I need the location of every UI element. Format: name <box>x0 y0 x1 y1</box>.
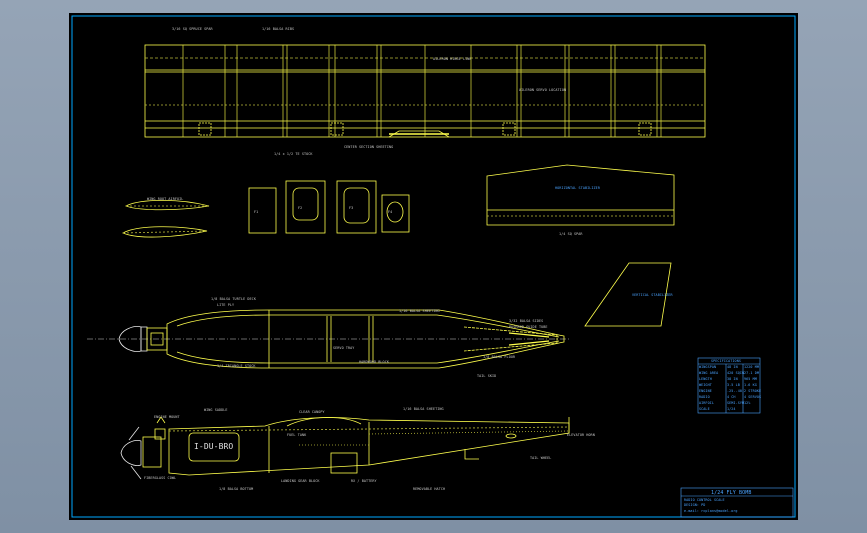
spec-cell: 1.6 KG <box>744 383 757 387</box>
label-hardwood: HARDWOOD BLOCK <box>359 360 389 364</box>
spec-cell: 48 IN <box>727 365 738 369</box>
stab-plan <box>486 164 675 226</box>
spec-cell: 4 CH <box>727 395 736 399</box>
label-gear-block: LANDING GEAR BLOCK <box>281 479 320 483</box>
spec-table: WINGSPAN 48 IN 1220 MM WING AREA 420 SQI… <box>699 365 762 413</box>
formers <box>248 180 410 234</box>
label-stab: HORIZONTAL STABILIZER <box>555 186 600 190</box>
label-hatch: REMOVABLE HATCH <box>413 487 446 491</box>
label-servo: AILERON SERVO LOCATION <box>519 88 567 92</box>
label-former-1: F1 <box>254 210 259 214</box>
label-stab-spar: 1/4 SQ SPAR <box>559 232 583 236</box>
fuselage-side-view <box>120 416 570 480</box>
label-tail-wheel: TAIL WHEEL <box>530 456 552 460</box>
spec-cell: LENGTH <box>699 377 712 381</box>
spec-cell: 12% <box>744 401 751 405</box>
spec-cell: SCALE <box>699 407 710 411</box>
label-servo-tray: SERVO TRAY <box>333 346 355 350</box>
label-former-4: F4 <box>388 210 393 214</box>
label-fin: VERTICAL STABILIZER <box>632 293 673 297</box>
spec-cell: 965 MM <box>744 377 757 381</box>
spec-cell: 4 SERVOS <box>744 395 762 399</box>
label-tank: FUEL TANK <box>287 433 307 437</box>
label-trailing-edge: 1/4 x 1/2 TE STOCK <box>274 152 313 156</box>
spec-cell: 1220 MM <box>744 365 759 369</box>
spec-cell: WEIGHT <box>699 383 712 387</box>
label-wing-spar: 3/16 SQ SPRUCE SPAR <box>172 27 213 31</box>
title-sub-2: DESIGN: PD <box>684 503 706 507</box>
airfoil-sections <box>122 199 210 238</box>
wing-plan <box>144 44 706 138</box>
label-lite-ply: LITE PLY <box>217 303 235 307</box>
spec-cell: WING AREA <box>699 371 719 375</box>
title-sub-3: e-mail: rcplans@model.org <box>684 509 738 513</box>
drawing-sheet: 3/16 SQ SPRUCE SPAR 1/16 BALSA RIBS AILE… <box>69 13 798 520</box>
drawing-canvas <box>71 15 796 518</box>
label-aileron: AILERON HINGE LINE <box>433 57 472 61</box>
spec-cell: 1/24 <box>727 407 736 411</box>
spec-cell: 27.1 DM <box>744 371 759 375</box>
spec-cell: 38 IN <box>727 377 738 381</box>
label-former-2: F2 <box>298 206 303 210</box>
label-rx-battery: RX / BATTERY <box>351 479 377 483</box>
spec-header: SPECIFICATIONS <box>711 359 741 363</box>
spec-cell: 2 STROKE <box>744 389 762 393</box>
spec-cell: 3.5 LB <box>727 383 740 387</box>
label-triangle: 1/4 TRIANGLE STOCK <box>217 364 256 368</box>
label-wing-ribs: 1/16 BALSA RIBS <box>262 27 295 31</box>
label-cowl: FIBERGLASS COWL <box>144 476 177 480</box>
title-main: 1/24 FLY BOMB <box>711 490 752 496</box>
label-wing-saddle: WING SADDLE <box>204 408 228 412</box>
label-rear-sheeting: 1/16 BALSA SHEETING <box>403 407 444 411</box>
spec-cell: AIRFOIL <box>699 401 714 405</box>
spec-cell: SEMI-SYM <box>727 401 745 405</box>
label-tail-skid: TAIL SKID <box>477 374 497 378</box>
label-sheeting: 1/16 BALSA SHEETING <box>399 309 440 313</box>
sheet-border <box>71 15 796 518</box>
spec-row: SCALE 1/24 <box>699 407 760 413</box>
label-bottom: 1/8 BALSA BOTTOM <box>219 487 254 491</box>
spec-cell: 420 SQIN <box>727 371 745 375</box>
label-canopy: CLEAR CANOPY <box>299 410 325 414</box>
fuselage-top-view <box>87 309 569 369</box>
label-balsa-sides: 3/32 BALSA SIDES <box>509 319 544 323</box>
label-elevator-horn: ELEVATOR HORN <box>567 433 595 437</box>
registration-marking: I-DU-BRO <box>194 442 234 451</box>
label-turtle-deck: 1/8 BALSA TURTLE DECK <box>211 297 256 301</box>
label-floor: 1/8 BALSA FLOOR <box>483 355 516 359</box>
cad-viewport[interactable]: 3/16 SQ SPRUCE SPAR 1/16 BALSA RIBS AILE… <box>0 0 867 533</box>
label-center-section: CENTER SECTION SHEETING <box>344 145 394 149</box>
label-pushrod: PUSHROD GUIDE TUBE <box>509 325 548 329</box>
spec-cell: RADIO <box>699 395 710 399</box>
title-sub-1: RADIO CONTROL SCALE <box>684 498 725 502</box>
spec-cell: WINGSPAN <box>699 365 717 369</box>
label-engine-mount: ENGINE MOUNT <box>154 415 180 419</box>
spec-cell: .25-.40 <box>727 389 742 393</box>
spec-cell: ENGINE <box>699 389 712 393</box>
label-former-3: F3 <box>349 206 354 210</box>
label-airfoil: WING ROOT AIRFOIL <box>147 197 184 201</box>
